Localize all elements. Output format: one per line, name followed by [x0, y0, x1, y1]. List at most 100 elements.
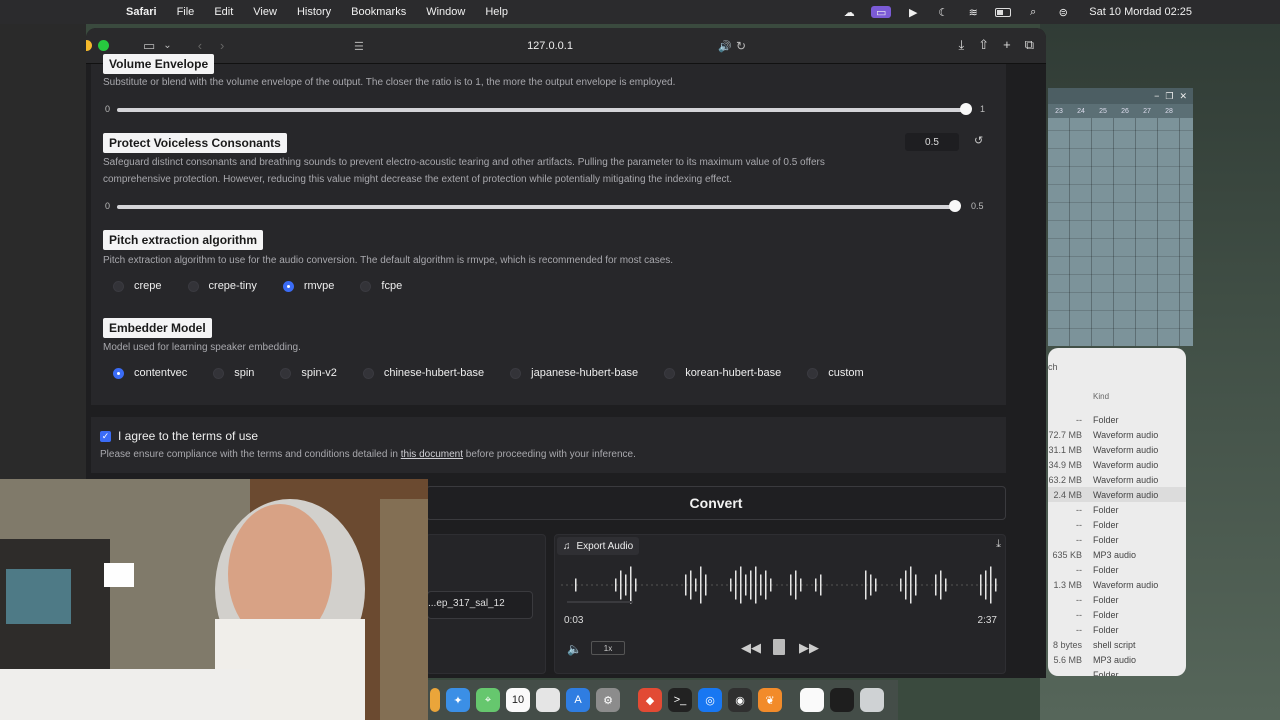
maps-icon[interactable]: ⌖ — [476, 688, 500, 712]
embedder-option-spin-v2[interactable]: spin-v2 — [280, 367, 337, 379]
page-settings-icon[interactable]: ☰ — [354, 40, 364, 53]
terms-checkbox-row[interactable]: ✓ I agree to the terms of use — [100, 429, 258, 443]
embedder-option-chinese-hubert-base[interactable]: chinese-hubert-base — [362, 367, 484, 379]
finder-file-row[interactable]: 63.2 MB Waveform audio — [1048, 472, 1186, 487]
menu-window[interactable]: Window — [426, 6, 465, 18]
fast-forward-icon[interactable]: ▶▶ — [799, 640, 819, 656]
finder-file-row[interactable]: 34.9 MB Waveform audio — [1048, 457, 1186, 472]
pitch-option-fcpe[interactable]: fcpe — [360, 280, 402, 292]
finder-file-row[interactable]: 31.1 MB Waveform audio — [1048, 442, 1186, 457]
menu-app-name[interactable]: Safari — [126, 6, 157, 18]
play-circle-icon[interactable]: ▶ — [905, 6, 921, 19]
screen-mirror-icon[interactable]: ▭ — [871, 6, 892, 19]
audio-playing-icon[interactable]: 🔊 — [718, 40, 732, 53]
radio-dot[interactable] — [807, 367, 819, 379]
dock-app-icon[interactable] — [430, 688, 440, 712]
finder-file-row[interactable]: 5.6 MB MP3 audio — [1048, 652, 1186, 667]
slider-handle[interactable] — [960, 103, 972, 115]
brave-icon[interactable]: ◆ — [638, 688, 662, 712]
input-file-name[interactable]: ...ep_317_sal_12 — [427, 591, 533, 619]
search-icon[interactable]: ⌕ — [1025, 6, 1041, 18]
battery-icon[interactable] — [995, 6, 1012, 18]
daw-grid[interactable] — [1048, 118, 1193, 346]
finder-file-row[interactable]: 72.7 MB Waveform audio — [1048, 427, 1186, 442]
finder-file-row[interactable]: 635 KB MP3 audio — [1048, 547, 1186, 562]
radio-dot[interactable] — [360, 280, 372, 292]
slider-track[interactable] — [117, 108, 969, 112]
finder-file-row[interactable]: -- Folder — [1048, 412, 1186, 427]
calendar-icon[interactable]: 10 — [506, 688, 530, 712]
fl-studio-icon[interactable]: ❦ — [758, 688, 782, 712]
pitch-option-rmvpe[interactable]: rmvpe — [282, 280, 334, 292]
slider-track[interactable] — [117, 205, 957, 209]
finder-file-row[interactable]: 2.4 MB Waveform audio — [1048, 487, 1186, 502]
document-icon[interactable] — [800, 688, 824, 712]
convert-button[interactable]: Convert — [426, 486, 1006, 520]
creative-cloud-icon[interactable]: ☁ — [841, 6, 857, 19]
radio-dot[interactable] — [280, 367, 292, 379]
forward-icon[interactable]: › — [220, 38, 224, 53]
reload-icon[interactable]: ↻ — [736, 39, 746, 53]
restore-icon[interactable]: ❐ — [1165, 91, 1173, 102]
pause-button[interactable] — [773, 639, 785, 655]
minimize-icon[interactable]: − — [1154, 91, 1159, 101]
terminal-icon[interactable]: >_ — [668, 688, 692, 712]
dock-app-icon[interactable] — [536, 688, 560, 712]
volume-icon[interactable]: 🔈 — [567, 642, 582, 656]
new-tab-icon[interactable]: + — [1003, 37, 1011, 53]
embedder-option-contentvec[interactable]: contentvec — [113, 367, 187, 379]
window-thumbnail-icon[interactable] — [830, 688, 854, 712]
radio-dot[interactable] — [362, 367, 374, 379]
pitch-option-crepe-tiny[interactable]: crepe-tiny — [187, 280, 257, 292]
menu-bookmarks[interactable]: Bookmarks — [351, 6, 406, 18]
reset-icon[interactable]: ↺ — [974, 134, 983, 147]
radio-dot-selected[interactable] — [282, 280, 294, 292]
finder-file-row[interactable]: -- Folder — [1048, 562, 1186, 577]
moon-icon[interactable]: ☾ — [935, 6, 951, 19]
terms-checkbox[interactable]: ✓ — [100, 430, 111, 442]
download-icon[interactable]: ⤓ — [996, 538, 1001, 551]
terms-checkbox-label[interactable]: I agree to the terms of use — [118, 429, 258, 443]
embedder-option-japanese-hubert-base[interactable]: japanese-hubert-base — [510, 367, 638, 379]
menu-file[interactable]: File — [177, 6, 195, 18]
control-center-icon[interactable]: ⊜ — [1055, 6, 1071, 19]
menu-help[interactable]: Help — [485, 6, 508, 18]
finder-kind-header[interactable]: Kind — [1093, 392, 1109, 401]
radio-dot[interactable] — [664, 367, 676, 379]
terms-document-link[interactable]: this document — [401, 449, 463, 460]
menu-view[interactable]: View — [253, 6, 277, 18]
finder-file-row[interactable]: -- Folder — [1048, 502, 1186, 517]
menu-edit[interactable]: Edit — [214, 6, 233, 18]
rewind-icon[interactable]: ◀◀ — [741, 640, 761, 656]
wifi-icon[interactable]: ≋ — [965, 6, 981, 19]
sidebar-icon[interactable]: ▭ — [143, 38, 155, 54]
app-store-icon[interactable]: A — [566, 688, 590, 712]
close-icon[interactable]: ✕ — [1179, 91, 1187, 102]
finder-file-row[interactable]: -- Folder — [1048, 592, 1186, 607]
dock-app-icon[interactable]: ◎ — [698, 688, 722, 712]
downloads-icon[interactable]: ⤓ — [958, 37, 964, 53]
safari-icon[interactable]: ✦ — [446, 688, 470, 712]
finder-file-row[interactable]: -- Folder — [1048, 517, 1186, 532]
minimize-button[interactable] — [86, 40, 92, 51]
back-icon[interactable]: ‹ — [198, 38, 202, 53]
menu-history[interactable]: History — [297, 6, 331, 18]
slider-handle[interactable] — [949, 200, 961, 212]
activity-monitor-icon[interactable]: ◉ — [728, 688, 752, 712]
address-text[interactable]: 127.0.0.1 — [527, 40, 573, 52]
embedder-option-spin[interactable]: spin — [213, 367, 254, 379]
protect-value-input[interactable]: 0.5 — [905, 133, 959, 151]
zoom-button[interactable] — [98, 40, 109, 51]
finder-file-row[interactable]: -- Folder — [1048, 532, 1186, 547]
tab-overview-icon[interactable]: ⧉ — [1025, 37, 1034, 53]
playback-speed-button[interactable]: 1x — [591, 641, 625, 655]
finder-file-row[interactable]: Folder — [1048, 667, 1186, 677]
chevron-down-icon[interactable]: ⌄ — [163, 40, 171, 51]
radio-dot[interactable] — [187, 280, 199, 292]
progress-track[interactable] — [567, 601, 633, 603]
finder-file-row[interactable]: 8 bytes shell script — [1048, 637, 1186, 652]
embedder-option-custom[interactable]: custom — [807, 367, 864, 379]
address-bar[interactable]: ☰ 127.0.0.1 🔊 ↻ — [350, 34, 750, 58]
finder-file-row[interactable]: -- Folder — [1048, 622, 1186, 637]
trash-icon[interactable] — [860, 688, 884, 712]
